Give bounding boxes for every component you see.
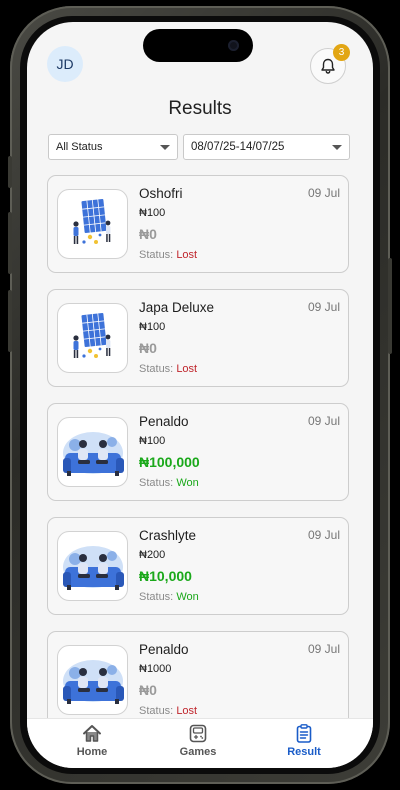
notification-count-badge: 3 [333, 44, 350, 61]
bell-icon [321, 58, 335, 74]
nav-result-label: Result [287, 746, 321, 758]
power-button [388, 258, 392, 354]
date-range-select[interactable]: 08/07/25-14/07/25 [183, 134, 350, 160]
status-label: Status: [139, 249, 174, 261]
nav-home[interactable]: Home [52, 724, 132, 758]
payout-amount: ₦0 [139, 226, 157, 242]
game-name: Penaldo [139, 414, 189, 429]
status-filter-select[interactable]: All Status [48, 134, 178, 160]
payout-amount: ₦0 [139, 682, 157, 698]
gamers-on-couch-icon [57, 645, 128, 715]
nav-home-label: Home [76, 746, 108, 758]
stake-amount: ₦100 [139, 207, 166, 219]
gamers-on-couch-icon [57, 417, 128, 487]
status-value: Lost [176, 705, 198, 717]
status-row: Status: Won [139, 477, 199, 489]
payout-amount: ₦100,000 [139, 454, 200, 470]
result-card[interactable]: Crashlyte 09 Jul ₦200 ₦10,000 Status: Won [47, 517, 349, 615]
result-card[interactable]: Oshofri 09 Jul ₦100 ₦0 Status: Lost [47, 175, 349, 273]
result-date: 09 Jul [307, 528, 340, 542]
app-screen: JD 3 Results All Status 08/07/25-14/07/2… [27, 22, 373, 768]
status-row: Status: Lost [139, 705, 197, 717]
date-range-value: 08/07/25-14/07/25 [191, 141, 285, 153]
gamers-on-couch-icon [57, 531, 128, 601]
nav-games-label: Games [179, 746, 217, 758]
status-row: Status: Won [139, 591, 199, 603]
stake-amount: ₦200 [139, 549, 166, 561]
payout-amount: ₦10,000 [139, 568, 192, 584]
stake-amount: ₦100 [139, 435, 166, 447]
game-name: Oshofri [139, 186, 183, 201]
dynamic-island [143, 29, 253, 62]
result-card[interactable]: Japa Deluxe 09 Jul ₦100 ₦0 Status: Lost [47, 289, 349, 387]
result-date: 09 Jul [307, 186, 340, 200]
results-list: Oshofri 09 Jul ₦100 ₦0 Status: Lost Japa Delu… [47, 175, 350, 745]
clipboard-icon [296, 724, 312, 743]
result-date: 09 Jul [307, 414, 340, 428]
status-label: Status: [139, 705, 174, 717]
result-card[interactable]: Penaldo 09 Jul ₦1000 ₦0 Status: Lost [47, 631, 349, 729]
camera-icon [228, 40, 239, 51]
result-date: 09 Jul [307, 300, 340, 314]
status-value: Lost [176, 249, 198, 261]
status-row: Status: Lost [139, 249, 197, 261]
page-title: Results [168, 98, 232, 119]
mute-switch [8, 156, 12, 188]
gamepad-icon [189, 724, 207, 743]
nav-games[interactable]: Games [158, 724, 238, 758]
payout-amount: ₦0 [139, 340, 157, 356]
status-row: Status: Lost [139, 363, 197, 375]
result-card[interactable]: Penaldo 09 Jul ₦100 ₦100,000 Status: Won [47, 403, 349, 501]
stake-amount: ₦100 [139, 321, 166, 333]
game-name: Penaldo [139, 642, 189, 657]
status-label: Status: [139, 363, 174, 375]
status-value: Won [176, 477, 199, 489]
status-filter-value: All Status [56, 141, 103, 153]
status-label: Status: [139, 477, 174, 489]
home-icon [83, 725, 101, 742]
bottom-nav: Home Games Result [27, 718, 373, 768]
status-value: Lost [176, 363, 198, 375]
nav-result[interactable]: Result [264, 724, 344, 758]
game-name: Japa Deluxe [139, 300, 215, 315]
board-strategy-icon [57, 189, 128, 259]
status-value: Won [176, 591, 199, 603]
volume-down-button [8, 290, 12, 352]
volume-up-button [8, 212, 12, 274]
game-name: Crashlyte [139, 528, 197, 543]
chevron-down-icon [160, 145, 170, 150]
result-date: 09 Jul [307, 642, 340, 656]
board-strategy-icon [57, 303, 128, 373]
chevron-down-icon [332, 145, 342, 150]
avatar[interactable]: JD [47, 46, 83, 82]
status-label: Status: [139, 591, 174, 603]
stake-amount: ₦1000 [139, 663, 172, 675]
